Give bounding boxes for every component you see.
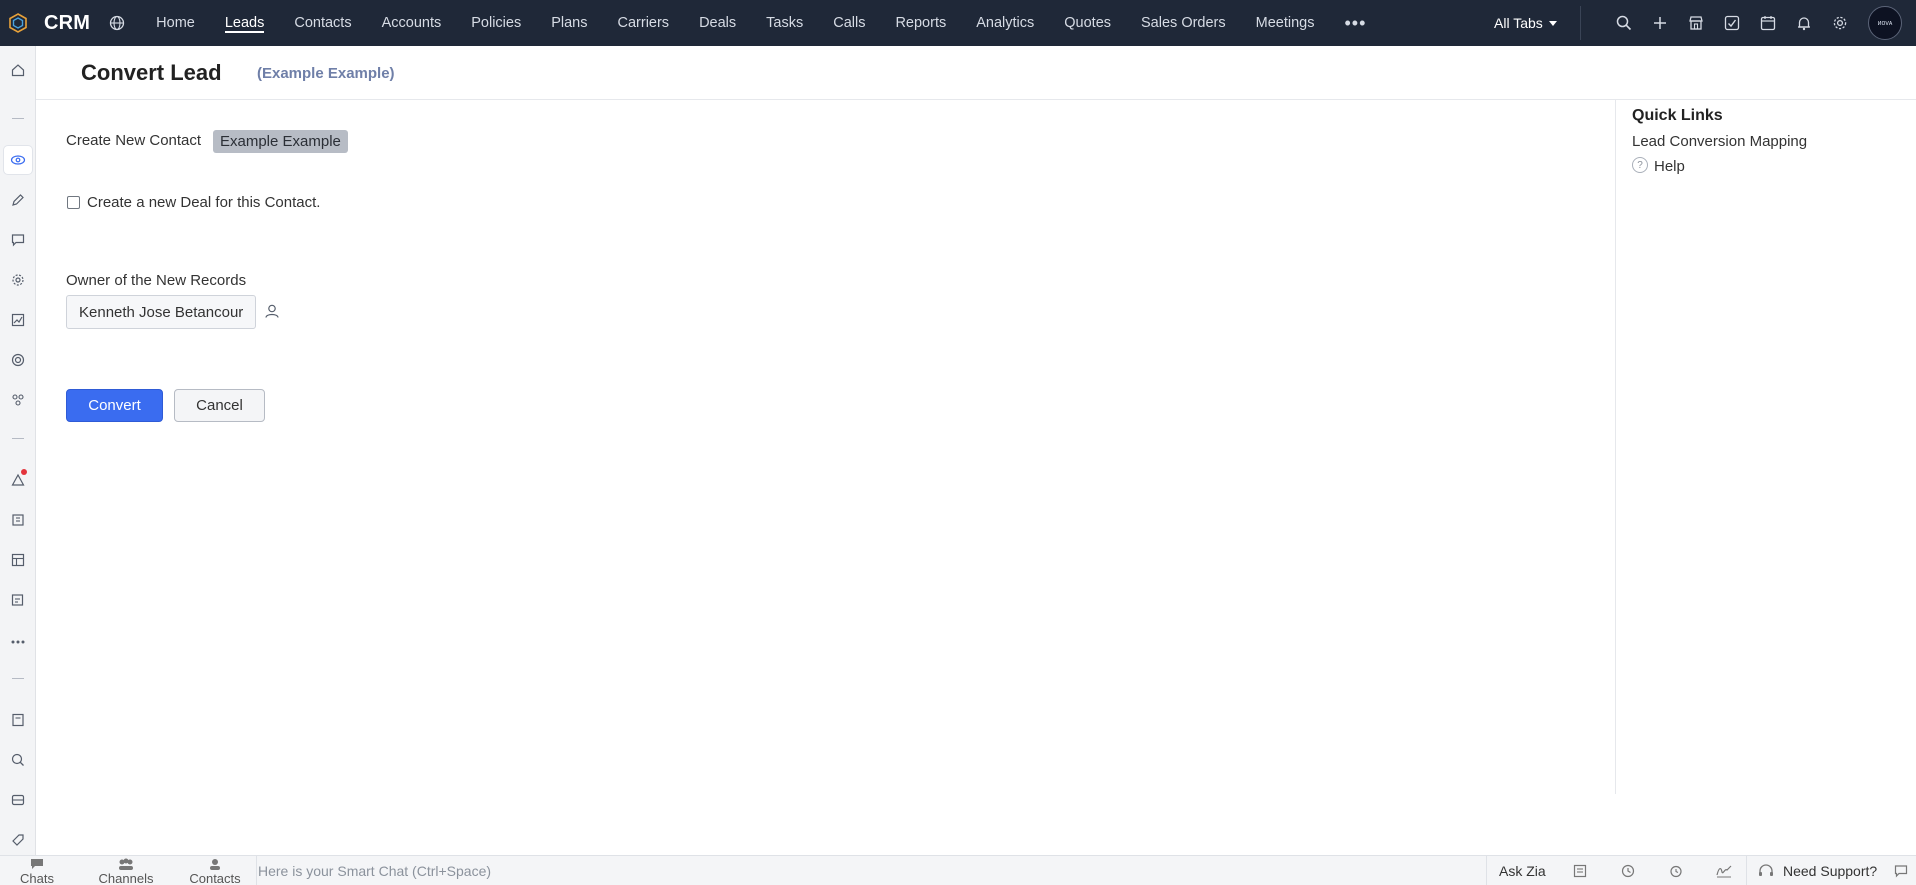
crm-logo-icon[interactable] [0, 0, 36, 46]
top-navbar: CRM Home Leads Contacts Accounts Policie… [0, 0, 1916, 46]
nav-sales-orders[interactable]: Sales Orders [1141, 0, 1226, 46]
headset-icon[interactable] [1751, 856, 1781, 885]
search-icon[interactable] [1606, 0, 1642, 46]
bottom-bar: Chats Channels Contacts Here is your Sma… [0, 855, 1916, 885]
convert-button[interactable]: Convert [66, 389, 163, 422]
divider [1746, 856, 1747, 885]
home-icon[interactable] [4, 56, 32, 84]
divider [256, 856, 257, 885]
zoom-search-icon[interactable] [4, 746, 32, 774]
chats-tab[interactable]: Chats [18, 856, 56, 885]
chart-icon[interactable] [4, 306, 32, 334]
all-tabs-label: All Tabs [1494, 15, 1543, 31]
avatar[interactable]: ᴎᴏᴠᴀ [1868, 6, 1902, 40]
contacts-label: Contacts [189, 871, 241, 885]
nav-quotes[interactable]: Quotes [1064, 0, 1111, 46]
signature-icon[interactable] [1709, 856, 1739, 885]
page-title: Convert Lead [81, 60, 222, 85]
create-contact-label: Create New Contact [66, 132, 202, 149]
gear-icon[interactable] [1822, 0, 1858, 46]
target-icon[interactable] [4, 346, 32, 374]
help-link[interactable]: Help [1654, 158, 1685, 175]
left-sidebar [0, 46, 36, 856]
create-deal-checkbox[interactable] [67, 196, 80, 209]
nav-policies[interactable]: Policies [471, 0, 521, 46]
nav-meetings[interactable]: Meetings [1256, 0, 1315, 46]
more-dots-icon[interactable] [4, 628, 32, 656]
nav-reports[interactable]: Reports [895, 0, 946, 46]
caret-down-icon [1548, 20, 1557, 26]
lead-name-subtitle: (Example Example) [257, 65, 395, 82]
table-icon[interactable] [4, 546, 32, 574]
lead-conversion-mapping-link[interactable]: Lead Conversion Mapping [1632, 133, 1807, 150]
more-tabs-icon[interactable]: ••• [1344, 0, 1366, 46]
nav-contacts[interactable]: Contacts [294, 0, 351, 46]
user-lookup-icon[interactable] [262, 301, 282, 321]
globe-icon[interactable] [108, 14, 126, 32]
notes-icon[interactable] [4, 706, 32, 734]
calendar-icon[interactable] [1750, 0, 1786, 46]
channels-tab[interactable]: Channels [96, 856, 156, 885]
ask-zia-button[interactable]: Ask Zia [1499, 856, 1546, 885]
building-icon[interactable] [4, 506, 32, 534]
contacts-tab[interactable]: Contacts [185, 856, 245, 885]
create-deal-label[interactable]: Create a new Deal for this Contact. [87, 194, 320, 211]
nav-analytics[interactable]: Analytics [976, 0, 1034, 46]
need-support-link[interactable]: Need Support? [1783, 856, 1877, 885]
activity-check-icon[interactable] [1714, 0, 1750, 46]
quick-links-panel: Quick Links Lead Conversion Mapping ? He… [1615, 100, 1916, 794]
chats-label: Chats [20, 871, 54, 885]
owner-field[interactable]: Kenneth Jose Betancour [66, 295, 256, 329]
nav-plans[interactable]: Plans [551, 0, 587, 46]
contact-person-icon [209, 858, 221, 872]
storage-icon[interactable] [4, 786, 32, 814]
smart-chat-input[interactable]: Here is your Smart Chat (Ctrl+Space) [258, 856, 491, 885]
people-network-icon[interactable] [4, 386, 32, 414]
chat-bubble-icon[interactable] [4, 226, 32, 254]
chat-icon [30, 858, 44, 872]
divider [1486, 856, 1487, 885]
nav-calls[interactable]: Calls [833, 0, 865, 46]
leads-eye-icon[interactable] [4, 146, 32, 174]
settings-cog-icon[interactable] [4, 266, 32, 294]
help-icon[interactable]: ? [1632, 157, 1648, 173]
alarm-icon[interactable] [1661, 856, 1691, 885]
bell-icon[interactable] [1786, 0, 1822, 46]
nav-deals[interactable]: Deals [699, 0, 736, 46]
divider [12, 118, 24, 119]
form-edit-icon[interactable] [4, 586, 32, 614]
campaign-icon[interactable] [4, 466, 32, 494]
quick-links-title: Quick Links [1632, 107, 1723, 124]
feedback-icon[interactable] [1886, 856, 1916, 885]
edit-feather-icon[interactable] [4, 186, 32, 214]
divider [1580, 6, 1581, 40]
tag-icon[interactable] [4, 826, 32, 854]
nav-carriers[interactable]: Carriers [618, 0, 670, 46]
notification-dot [21, 469, 27, 475]
page-header: Convert Lead (Example Example) [36, 46, 1916, 100]
nav-accounts[interactable]: Accounts [382, 0, 442, 46]
plus-icon[interactable] [1642, 0, 1678, 46]
nav-leads[interactable]: Leads [224, 0, 264, 46]
history-clock-icon[interactable] [1613, 856, 1643, 885]
top-icons [1606, 0, 1858, 46]
nav-home[interactable]: Home [156, 0, 195, 46]
notes-icon[interactable] [1565, 856, 1595, 885]
channels-icon [118, 858, 134, 872]
app-title[interactable]: CRM [44, 12, 90, 35]
owner-label: Owner of the New Records [66, 272, 247, 289]
divider [12, 438, 24, 439]
channels-label: Channels [98, 871, 154, 885]
contact-name-badge: Example Example [213, 130, 348, 153]
cancel-button[interactable]: Cancel [174, 389, 265, 422]
marketplace-icon[interactable] [1678, 0, 1714, 46]
main-nav: Home Leads Contacts Accounts Policies Pl… [156, 0, 1366, 46]
all-tabs-dropdown[interactable]: All Tabs [1494, 0, 1557, 46]
divider [12, 678, 24, 679]
nav-tasks[interactable]: Tasks [766, 0, 803, 46]
